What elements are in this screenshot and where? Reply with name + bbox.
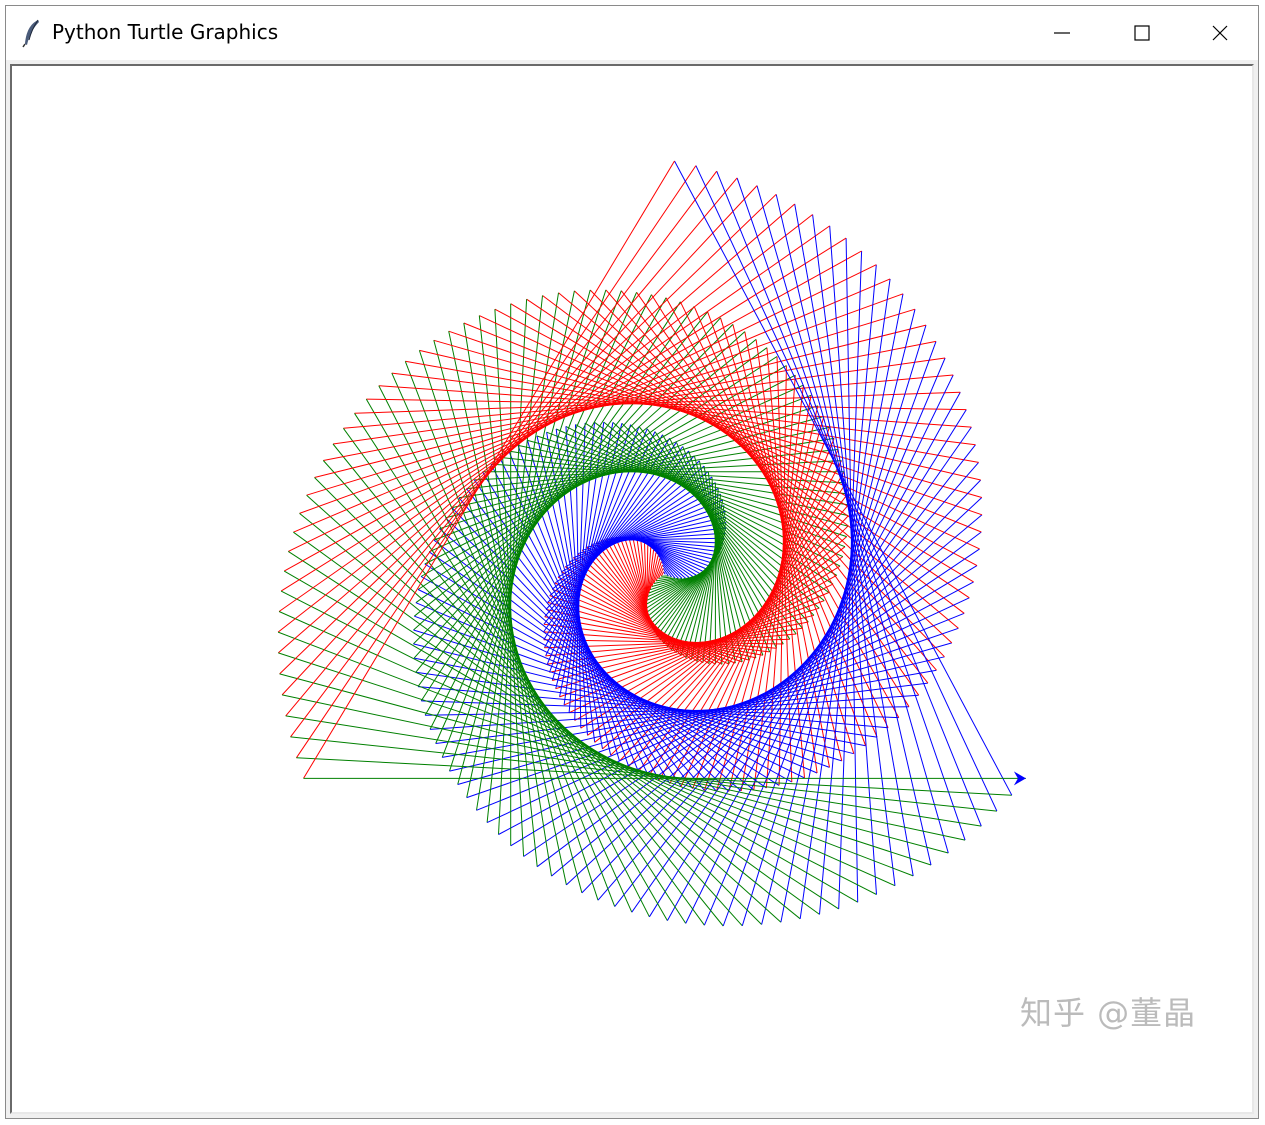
window-title: Python Turtle Graphics (52, 20, 279, 44)
pen-stroke (332, 357, 946, 445)
pen-stroke (342, 428, 705, 926)
pen-stroke (428, 384, 804, 553)
pen-stroke (716, 171, 982, 827)
pen-stroke (741, 324, 927, 926)
pen-stroke (508, 450, 639, 772)
feather-icon (20, 18, 44, 48)
pen-stroke (575, 424, 837, 576)
turtle-drawing-canvas[interactable] (12, 66, 1252, 1112)
pen-stroke (433, 339, 982, 498)
pen-stroke (417, 589, 805, 779)
watermark-text: 知乎 @董晶 (1020, 994, 1197, 1032)
minimize-button[interactable] (1022, 6, 1102, 60)
pen-stroke (343, 374, 954, 429)
pen-stroke (510, 303, 974, 583)
close-button[interactable] (1180, 6, 1260, 60)
pen-stroke (466, 449, 839, 490)
pen-stroke (486, 295, 543, 823)
close-icon (1212, 25, 1228, 41)
pen-stroke (433, 340, 583, 894)
pen-stroke (614, 444, 976, 907)
pen-stroke (279, 193, 777, 675)
turtle-canvas-frame[interactable] (10, 64, 1254, 1114)
pen-stroke (354, 413, 687, 924)
pen-stroke (658, 576, 672, 579)
maximize-icon (1134, 25, 1150, 41)
pen-stroke (279, 673, 949, 854)
minimize-icon (1054, 32, 1070, 34)
pen-stroke (478, 315, 538, 867)
pen-stroke (419, 349, 981, 481)
title-bar[interactable]: Python Turtle Graphics (6, 6, 1258, 60)
pen-stroke (288, 550, 839, 910)
maximize-button[interactable] (1102, 6, 1182, 60)
pen-stroke (405, 360, 979, 463)
turtle-window: Python Turtle Graphics (5, 5, 1259, 1119)
pen-stroke (631, 426, 972, 913)
